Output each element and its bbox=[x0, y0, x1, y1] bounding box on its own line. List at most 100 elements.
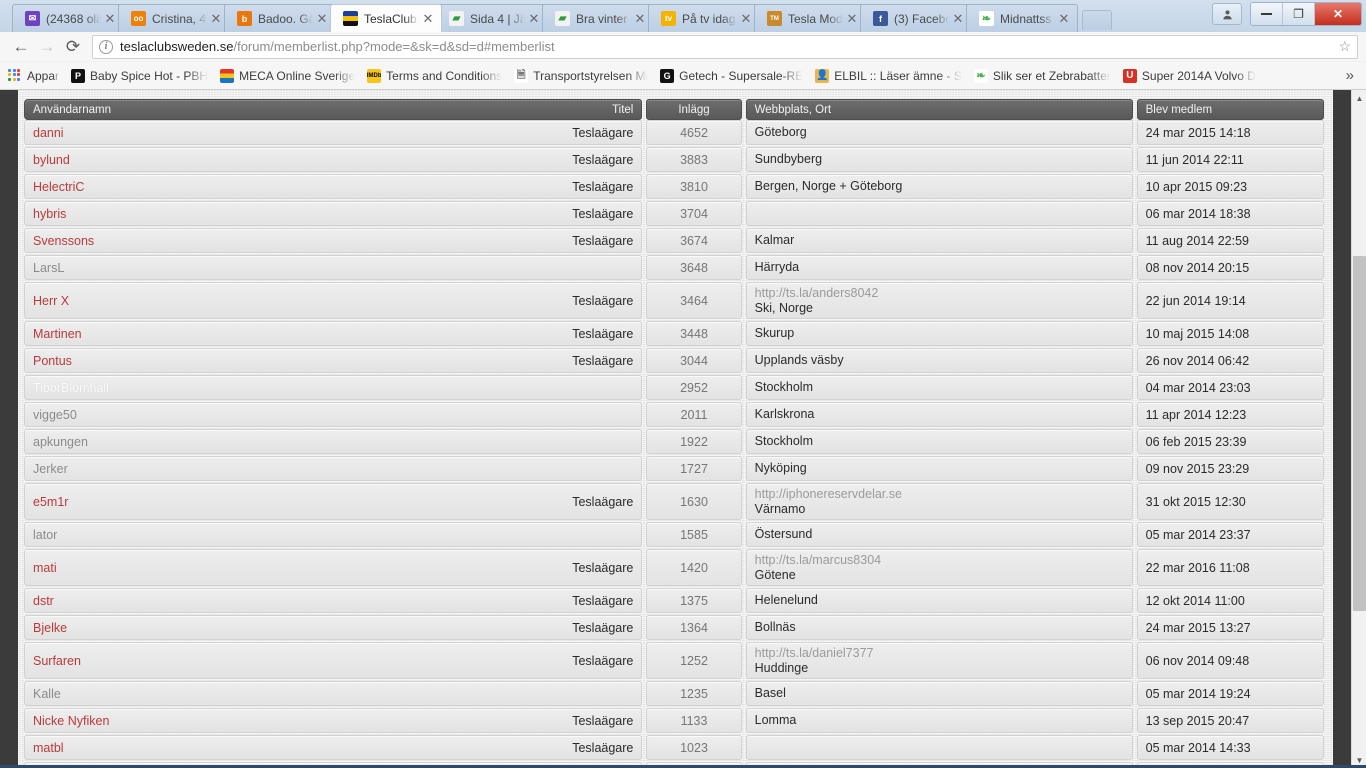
browser-tab[interactable]: b Badoo. Gå ✕ bbox=[224, 4, 336, 32]
member-username-link[interactable]: Bjelke bbox=[33, 621, 67, 635]
browser-tab[interactable]: oo Cristina, 4 ✕ bbox=[118, 4, 230, 32]
member-username-link[interactable]: Kalle bbox=[33, 687, 61, 701]
member-username-link[interactable]: Nicke Nyfiken bbox=[33, 714, 109, 728]
member-website-link[interactable]: http://ts.la/daniel7377 bbox=[755, 646, 1124, 661]
member-username-link[interactable]: Pontus bbox=[33, 354, 72, 368]
member-username-link[interactable]: Jerker bbox=[33, 462, 68, 476]
address-bar[interactable]: i teslaclubsweden.se /forum/memberlist.p… bbox=[92, 34, 1358, 59]
member-username-link[interactable]: Martinen bbox=[33, 327, 82, 341]
member-website-link[interactable]: http://ts.la/marcus8304 bbox=[755, 553, 1124, 568]
table-row: LarsL 3648 Härryda 08 nov 2014 20:15 bbox=[24, 255, 1324, 280]
bookmark-item[interactable]: P Baby Spice Hot - PBH bbox=[71, 68, 208, 83]
cell-joined: 26 nov 2014 06:42 bbox=[1136, 348, 1324, 373]
member-website-link[interactable]: http://iphonereservdelar.se bbox=[755, 487, 1124, 502]
member-username-link[interactable]: dstr bbox=[33, 594, 54, 608]
column-header-title-label: Titel bbox=[612, 103, 634, 116]
bookmark-item[interactable]: ❧ Slik ser et Zebrabatter bbox=[973, 68, 1111, 83]
new-tab-button[interactable] bbox=[1082, 10, 1112, 30]
member-title: Teslaägare bbox=[572, 125, 634, 140]
maximize-button[interactable]: ❐ bbox=[1283, 3, 1315, 25]
bookmark-star-icon[interactable]: ☆ bbox=[1338, 38, 1351, 55]
browser-tab[interactable]: ❧ Midnattss ✕ bbox=[966, 4, 1078, 32]
scrollbar-thumb[interactable] bbox=[1353, 256, 1366, 611]
page-info-icon[interactable]: i bbox=[99, 39, 113, 54]
member-username-link[interactable]: lator bbox=[33, 528, 57, 542]
cell-username: Teslaägare Bjelke bbox=[24, 615, 643, 640]
tab-close-icon[interactable]: ✕ bbox=[739, 12, 753, 25]
tab-close-icon[interactable]: ✕ bbox=[421, 12, 435, 25]
member-username-link[interactable]: HelectriC bbox=[33, 180, 84, 194]
member-city: Upplands väsby bbox=[754, 353, 844, 368]
bookmark-item[interactable]: MECA Online Sverige bbox=[220, 68, 355, 83]
table-row: Teslaägare danni 4652 Göteborg 24 mar 2015 1… bbox=[24, 120, 1324, 145]
member-title: Teslaägare bbox=[572, 179, 634, 194]
browser-tab[interactable]: ▰ Bra vinter ✕ bbox=[542, 4, 654, 32]
cell-username: Teslaägare mati bbox=[24, 549, 643, 586]
close-window-button[interactable]: ✕ bbox=[1315, 3, 1361, 25]
minimize-button[interactable] bbox=[1251, 3, 1283, 25]
tab-close-icon[interactable]: ✕ bbox=[103, 12, 117, 25]
member-username-link[interactable]: LarsL bbox=[33, 261, 64, 275]
member-username-link[interactable]: Surfaren bbox=[33, 654, 81, 668]
tab-close-icon[interactable]: ✕ bbox=[315, 12, 329, 25]
table-row: Teslaägare Pontus 3044 Upplands väsby 26 nov… bbox=[24, 348, 1324, 373]
member-username-link[interactable]: hybris bbox=[33, 207, 66, 221]
cell-website-city: Nyköping bbox=[745, 456, 1133, 481]
bookmark-item[interactable]: 👤 ELBIL :: Läser ämne - S bbox=[815, 68, 962, 83]
column-header-website[interactable]: Webbplats, Ort bbox=[745, 99, 1133, 120]
cell-website-city: Bollnäs bbox=[745, 615, 1133, 640]
reload-button[interactable]: ⟳ bbox=[60, 34, 86, 60]
member-city: Ski, Norge bbox=[754, 300, 813, 315]
page-scrollbar[interactable]: ▲ ▼ bbox=[1351, 90, 1366, 768]
bookmark-apps[interactable]: Appar bbox=[8, 68, 59, 83]
member-username-link[interactable]: vigge50 bbox=[33, 408, 77, 422]
member-username-link[interactable]: danni bbox=[33, 126, 64, 140]
browser-tab[interactable]: TeslaClubS ✕ bbox=[330, 4, 442, 32]
cell-joined: 06 feb 2015 23:39 bbox=[1136, 429, 1324, 454]
member-username-link[interactable]: matbl bbox=[33, 741, 64, 755]
bookmark-item[interactable]: 🗎 Transportstyrelsen Mi bbox=[514, 68, 648, 83]
cell-joined: 11 aug 2014 22:59 bbox=[1136, 228, 1324, 253]
column-header-joined[interactable]: Blev medlem bbox=[1136, 99, 1324, 120]
cell-username: Teslaägare Pontus bbox=[24, 348, 643, 373]
bookmark-item[interactable]: U Super 2014A Volvo D bbox=[1122, 68, 1256, 83]
column-header-posts[interactable]: Inlägg bbox=[646, 99, 742, 120]
url-path: /forum/memberlist.php?mode=&sk=d&sd=d#me… bbox=[233, 39, 555, 54]
scroll-up-button[interactable]: ▲ bbox=[1352, 90, 1366, 106]
forward-button[interactable]: → bbox=[34, 34, 60, 60]
member-username-link[interactable]: bylund bbox=[33, 153, 70, 167]
browser-tab[interactable]: f (3) Facebo ✕ bbox=[860, 4, 972, 32]
member-username-link[interactable]: TiborBlomhall bbox=[33, 381, 109, 395]
member-username-link[interactable]: Herr X bbox=[33, 294, 69, 308]
member-city: Stockholm bbox=[754, 380, 813, 395]
bookmark-item[interactable]: IMDb Terms and Conditions bbox=[367, 68, 502, 83]
cell-posts: 3674 bbox=[646, 228, 742, 253]
browser-tab[interactable]: ✉ (24368 olä ✕ bbox=[12, 4, 124, 32]
member-website-link[interactable]: http://ts.la/anders8042 bbox=[755, 286, 1124, 301]
back-button[interactable]: ← bbox=[8, 34, 34, 60]
browser-tab[interactable]: TM Tesla Mod ✕ bbox=[754, 4, 866, 32]
cell-joined: 09 nov 2015 23:29 bbox=[1136, 456, 1324, 481]
member-username-link[interactable]: e5m1r bbox=[33, 495, 68, 509]
tab-close-icon[interactable]: ✕ bbox=[845, 12, 859, 25]
browser-tab[interactable]: ▰ Sida 4 | Jä ✕ bbox=[436, 4, 548, 32]
member-username-link[interactable]: apkungen bbox=[33, 435, 88, 449]
cell-joined: 24 mar 2015 13:27 bbox=[1136, 615, 1324, 640]
tab-title: På tv idag bbox=[682, 11, 736, 26]
tab-close-icon[interactable]: ✕ bbox=[1057, 12, 1071, 25]
tab-close-icon[interactable]: ✕ bbox=[527, 12, 541, 25]
tab-close-icon[interactable]: ✕ bbox=[209, 12, 223, 25]
tab-title: Tesla Mod bbox=[788, 11, 843, 26]
user-icon bbox=[1222, 9, 1232, 19]
column-header-username[interactable]: Användarnamn Titel bbox=[24, 99, 643, 120]
tab-close-icon[interactable]: ✕ bbox=[951, 12, 965, 25]
tab-close-icon[interactable]: ✕ bbox=[633, 12, 647, 25]
browser-tab[interactable]: tv På tv idag ✕ bbox=[648, 4, 760, 32]
table-row: Teslaägare HelectriC 3810 Bergen, Norge + G… bbox=[24, 174, 1324, 199]
profile-avatar-button[interactable] bbox=[1212, 3, 1242, 25]
member-username-link[interactable]: mati bbox=[33, 561, 57, 575]
member-username-link[interactable]: Svenssons bbox=[33, 234, 94, 248]
bookmark-item[interactable]: G Getech - Supersale-RE bbox=[660, 68, 803, 83]
browser-window: ✉ (24368 olä ✕ oo Cristina, 4 ✕ b Badoo. Gå ✕ Tes… bbox=[0, 0, 1366, 768]
bookmarks-overflow-button[interactable]: » bbox=[1346, 67, 1358, 84]
